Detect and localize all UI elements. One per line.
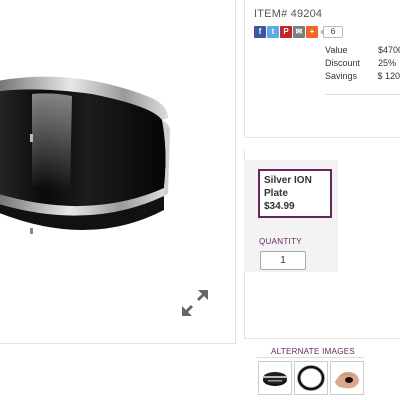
alternate-image-thumb-1[interactable] (258, 361, 292, 395)
variant-name-line2: Plate (264, 188, 288, 199)
variant-price: $34.99 (264, 201, 295, 212)
ring-graphic (0, 76, 170, 234)
product-details-column: ITEM# 49204 f t P ✉ + 6 Value $4700 Disc… (244, 0, 400, 400)
discount-label: Discount (325, 57, 361, 68)
twitter-share-icon[interactable]: t (267, 26, 279, 38)
email-share-icon[interactable]: ✉ (293, 26, 305, 38)
share-count: 6 (320, 26, 343, 38)
savings-amount: $ 1201 (377, 70, 400, 81)
discount-row: Discount 25% (325, 56, 400, 69)
pricing-divider (325, 94, 400, 95)
variant-quantity-card: Silver ION Plate $34.99 QUANTITY (244, 160, 338, 272)
share-bar: f t P ✉ + 6 (254, 26, 343, 38)
ring-side-thumb-icon (263, 372, 287, 386)
ring-top-thumb-icon (297, 365, 325, 391)
facebook-share-icon[interactable]: f (254, 26, 266, 38)
alternate-images-divider (256, 357, 364, 358)
value-row: Value $4700 (325, 43, 400, 56)
product-ring-image[interactable] (0, 70, 192, 260)
more-share-icon[interactable]: + (306, 26, 318, 38)
value-amount: $4700 (378, 44, 400, 55)
quantity-input[interactable] (260, 251, 306, 270)
alternate-image-thumb-2[interactable] (294, 361, 328, 395)
pinterest-share-icon[interactable]: P (280, 26, 292, 38)
variant-option-silver-ion-plate[interactable]: Silver ION Plate $34.99 (258, 169, 332, 218)
product-image-panel (0, 0, 236, 344)
alternate-image-thumb-3[interactable] (330, 361, 364, 395)
product-info-card: ITEM# 49204 f t P ✉ + 6 Value $4700 Disc… (244, 0, 400, 138)
pricing-table: Value $4700 Discount 25% Savings $ 1201 (325, 43, 400, 82)
savings-row: Savings $ 1201 (325, 69, 400, 82)
savings-label: Savings (325, 70, 358, 81)
section-divider (244, 338, 400, 339)
expand-icon[interactable] (180, 288, 210, 318)
item-number: ITEM# 49204 (254, 8, 323, 20)
value-label: Value (325, 44, 348, 55)
variant-name-line1: Silver ION (264, 175, 312, 186)
quantity-label: QUANTITY (259, 237, 302, 246)
ring-on-hand-thumb-icon (335, 371, 359, 389)
discount-amount: 25% (378, 57, 397, 68)
alternate-images-title: ALTERNATE IMAGES (271, 347, 356, 356)
